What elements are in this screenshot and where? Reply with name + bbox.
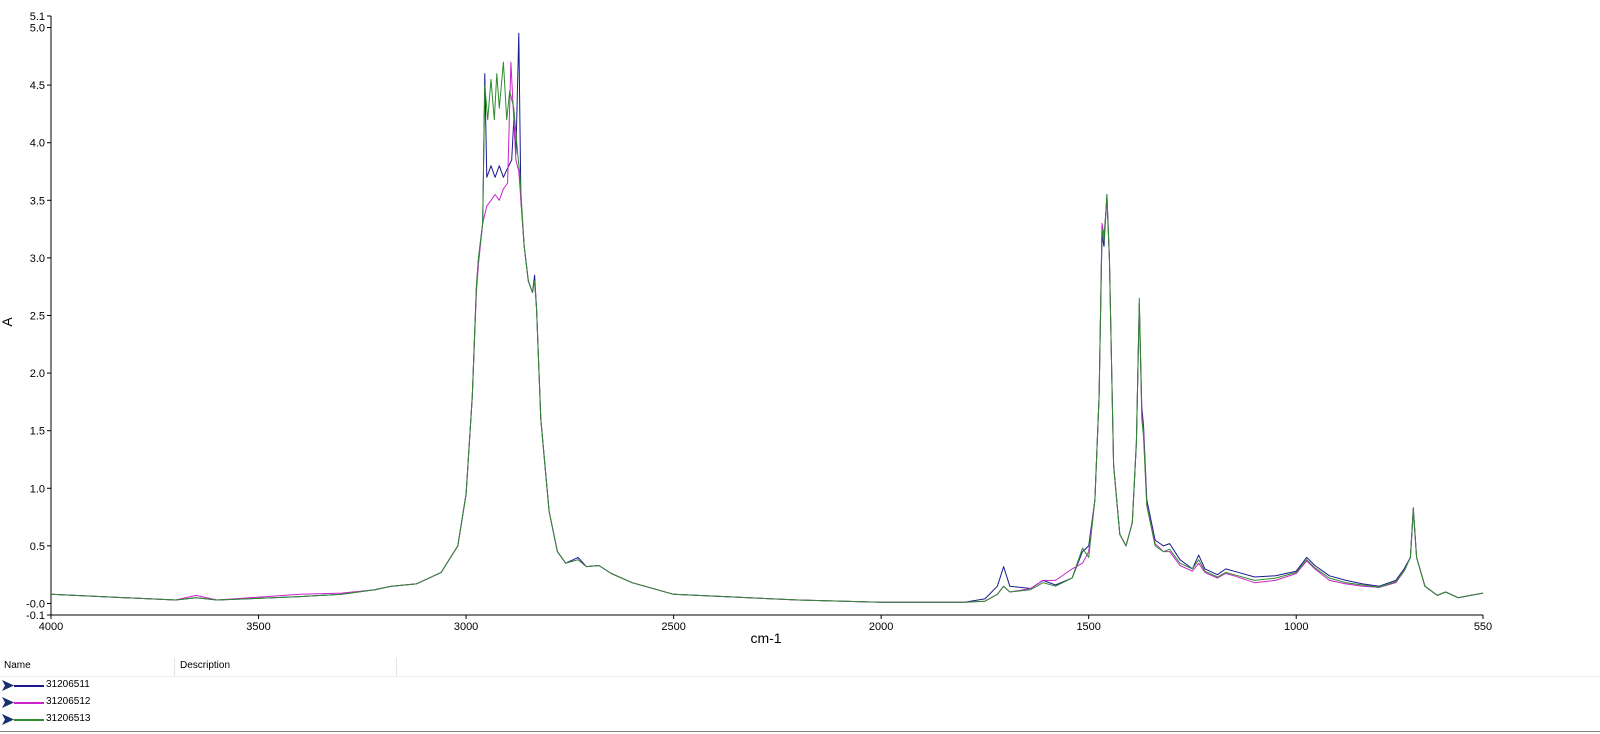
series-line-31206513 xyxy=(50,61,1484,603)
legend-header: Name Description xyxy=(0,658,1600,677)
x-axis-title: cm-1 xyxy=(750,630,781,646)
legend-swatch xyxy=(14,685,44,687)
y-tick-label: 1.5 xyxy=(30,426,45,438)
column-divider[interactable] xyxy=(396,658,397,676)
legend-item-name: 31206513 xyxy=(46,713,91,724)
y-tick-label: 5.0 xyxy=(30,23,45,35)
spectrum-plot: 5.15.04.54.03.53.02.52.01.51.00.5-0.0-0.… xyxy=(0,11,1492,646)
legend-swatch xyxy=(14,719,44,721)
legend-item[interactable]: 31206513 xyxy=(0,711,300,728)
series-line-31206511 xyxy=(50,32,1484,603)
y-tick-label: 0.5 xyxy=(30,541,45,553)
legend-item-name: 31206511 xyxy=(46,679,90,690)
x-tick-label: 4000 xyxy=(39,621,63,633)
legend-swatch xyxy=(14,702,44,704)
legend-item[interactable]: 31206511 xyxy=(0,677,300,694)
y-tick-label: 2.5 xyxy=(30,311,45,323)
series-lines xyxy=(50,32,1484,603)
y-axis-ticks: 5.15.04.54.03.53.02.52.01.51.00.5-0.0-0.… xyxy=(26,11,51,622)
y-axis-title: A xyxy=(0,317,15,327)
x-tick-label: 1000 xyxy=(1284,621,1308,633)
x-tick-label: 2000 xyxy=(869,621,893,633)
column-divider[interactable] xyxy=(174,658,175,676)
x-tick-label: 1500 xyxy=(1076,621,1100,633)
y-tick-label: 2.0 xyxy=(30,368,45,380)
y-tick-label: 4.0 xyxy=(30,138,45,150)
y-tick-label: 1.0 xyxy=(30,483,45,495)
column-header-name[interactable]: Name xyxy=(4,660,31,671)
y-tick-label: 4.5 xyxy=(30,80,45,92)
series-line-31206512 xyxy=(50,61,1484,603)
arrow-icon xyxy=(2,714,14,725)
legend-item[interactable]: 31206512 xyxy=(0,694,300,711)
y-tick-label: 3.5 xyxy=(30,195,45,207)
y-tick-label: -0.0 xyxy=(26,598,45,610)
arrow-icon xyxy=(2,680,14,691)
x-tick-label: 3000 xyxy=(454,621,478,633)
y-tick-label: 5.1 xyxy=(30,11,45,23)
legend-panel: Name Description 31206511 31206512 3120651… xyxy=(0,658,1600,734)
arrow-icon xyxy=(2,697,14,708)
legend-item-name: 31206512 xyxy=(46,696,91,707)
y-tick-label: 3.0 xyxy=(30,253,45,265)
x-tick-label: 550 xyxy=(1474,621,1492,633)
x-tick-label: 2500 xyxy=(661,621,685,633)
x-tick-label: 3500 xyxy=(246,621,270,633)
panel-bottom-border xyxy=(0,731,1600,732)
spectrum-chart: 5.1 5.0 4.5 4.0 3.5 3.0 2.5 2.0 1.5 1.0 0.5 -0.0 -0.… xyxy=(0,0,1600,650)
column-header-description[interactable]: Description xyxy=(180,660,230,671)
